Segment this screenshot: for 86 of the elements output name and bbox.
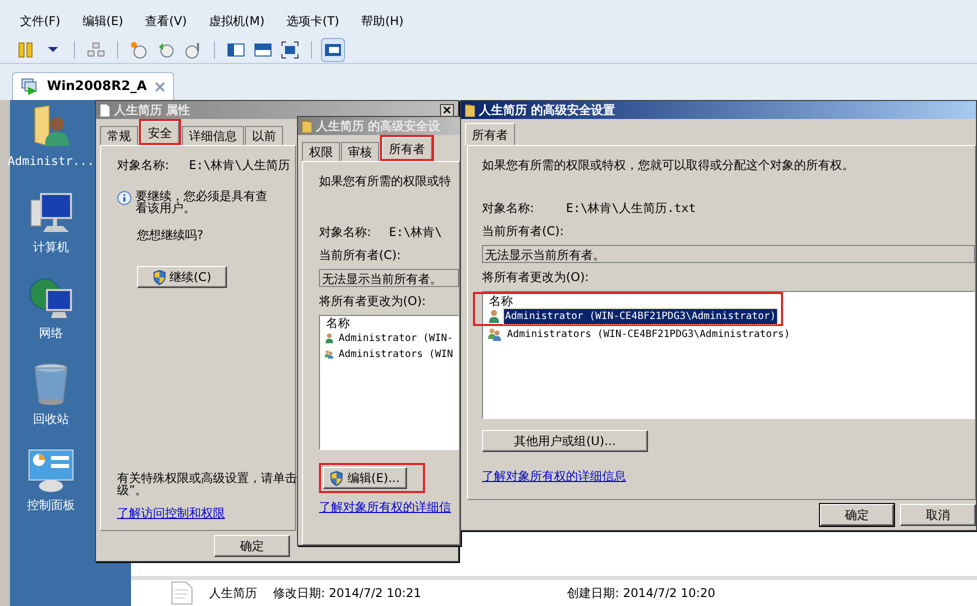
- close-button[interactable]: [440, 104, 454, 116]
- help-link[interactable]: 了解访问控制和权限: [117, 504, 225, 522]
- desktop-icon-label: 回收站: [33, 411, 69, 428]
- label: 对象名称:: [117, 157, 170, 174]
- toolbar-button[interactable]: [321, 38, 345, 62]
- pause-icon: [17, 40, 35, 58]
- users-icon: [487, 327, 503, 341]
- owner-field[interactable]: 无法显示当前所有者。: [482, 245, 975, 263]
- file-modified: 修改日期: 2014/7/2 10:21: [273, 585, 422, 602]
- menu-item[interactable]: 编辑(E): [82, 12, 124, 30]
- owner-row[interactable]: Administrators (WIN-CE4BF21PDG3\Administrators): [483, 326, 974, 342]
- menu-item[interactable]: 虚拟机(M): [208, 12, 265, 30]
- owner-row[interactable]: Administrators (WIN: [320, 346, 458, 362]
- file-created: 创建日期: 2014/7/2 10:20: [567, 585, 716, 602]
- tab[interactable]: 以前: [245, 126, 283, 145]
- tab[interactable]: 所有者: [382, 137, 432, 159]
- label: 当前所有者(C):: [319, 247, 402, 264]
- close-icon[interactable]: [154, 82, 165, 92]
- owner-name: Administrator (WIN-: [338, 332, 454, 346]
- desktop-icon[interactable]: 计算机: [12, 190, 90, 256]
- help-text: 有关特殊权限或高级设置，请单击级”。: [117, 472, 297, 496]
- label: 对象名称:: [482, 200, 534, 217]
- desktop-icon[interactable]: 控制面板: [12, 448, 90, 514]
- label: E:\林肯\人生简历.txt: [566, 200, 696, 217]
- panel-icon: [254, 40, 272, 58]
- label: 将所有者更改为(O):: [319, 293, 427, 310]
- window-title: 人生简历 的高级安全设置: [479, 102, 616, 119]
- ok-button[interactable]: 确定: [820, 504, 894, 526]
- tab[interactable]: 安全: [141, 121, 179, 143]
- continue-button[interactable]: 继续(C): [137, 266, 227, 288]
- fullscreen-icon: [281, 40, 299, 58]
- edit-button[interactable]: 编辑(E)...: [323, 467, 407, 489]
- cancel-button[interactable]: 取消: [900, 504, 976, 526]
- tab-label: Win2008R2_A: [47, 78, 147, 96]
- folder-icon: [302, 120, 312, 132]
- panel-icon: [227, 40, 245, 58]
- column-header[interactable]: 名称: [483, 294, 781, 308]
- label: 如果您有所需的权限或特权，您就可以取得或分配这个对象的所有权。: [482, 157, 855, 174]
- column-header[interactable]: 名称: [320, 316, 458, 330]
- tab[interactable]: 所有者: [465, 123, 515, 145]
- desktop-icon-label: 控制面板: [27, 497, 75, 514]
- document-icon: [100, 104, 110, 116]
- desktop-icon-label: 网络: [39, 325, 63, 342]
- info-text: 要继续，您必须是具有查看该用户。: [136, 190, 269, 214]
- info-icon: [117, 190, 132, 206]
- control-panel-icon: [27, 448, 75, 492]
- ok-button[interactable]: 确定: [214, 535, 290, 557]
- window-title: 人生简历 属性: [114, 102, 190, 119]
- desktop-icon[interactable]: 网络: [12, 276, 90, 342]
- tab[interactable]: Win2008R2_A: [12, 72, 174, 100]
- tab[interactable]: 权限: [302, 142, 340, 161]
- folder-icon: [465, 104, 475, 116]
- menu-item[interactable]: 文件(F): [20, 12, 60, 30]
- menu-item[interactable]: 选项卡(T): [286, 12, 340, 30]
- help-link[interactable]: 了解对象所有权的详细信: [319, 498, 451, 516]
- close-icon: [443, 106, 451, 114]
- network-icon: [29, 276, 73, 320]
- label: 您想继续吗?: [137, 227, 204, 244]
- computer-icon: [29, 190, 73, 234]
- owner-name: Administrators (WIN: [338, 348, 454, 362]
- shield-icon: [330, 470, 344, 486]
- shield-icon: [152, 270, 166, 284]
- caret-icon: [48, 47, 58, 52]
- file-name: 人生简历: [209, 585, 257, 602]
- label: E:\林肯\人生简历: [189, 157, 290, 174]
- label: 如果您有所需的权限或特: [319, 173, 452, 190]
- help-link[interactable]: 了解对象所有权的详细信息: [482, 467, 626, 485]
- desktop-icon[interactable]: 回收站: [12, 362, 90, 428]
- label: 对象名称:: [319, 224, 372, 241]
- tab[interactable]: 审核: [341, 142, 379, 161]
- label: 当前所有者(C):: [482, 223, 565, 240]
- desktop-icon-label: 计算机: [33, 239, 69, 256]
- other-users-button[interactable]: 其他用户或组(U)...: [482, 430, 648, 452]
- owner-name: Administrators (WIN-CE4BF21PDG3\Administrators): [506, 328, 791, 342]
- tab[interactable]: 详细信息: [182, 126, 244, 145]
- tab[interactable]: 常规: [100, 126, 138, 145]
- user-icon: [487, 309, 501, 323]
- vm-icon: [21, 78, 39, 96]
- label: 将所有者更改为(O):: [482, 269, 590, 286]
- menu-item[interactable]: 查看(V): [145, 12, 187, 30]
- menu-item[interactable]: 帮助(H): [361, 12, 404, 30]
- label: E:\林肯\: [389, 224, 442, 241]
- owner-row[interactable]: Administrator (WIN-: [320, 330, 458, 346]
- owner-field[interactable]: 无法显示当前所有者。: [319, 269, 459, 287]
- network-icon: [87, 40, 105, 58]
- user-icon: [324, 331, 335, 345]
